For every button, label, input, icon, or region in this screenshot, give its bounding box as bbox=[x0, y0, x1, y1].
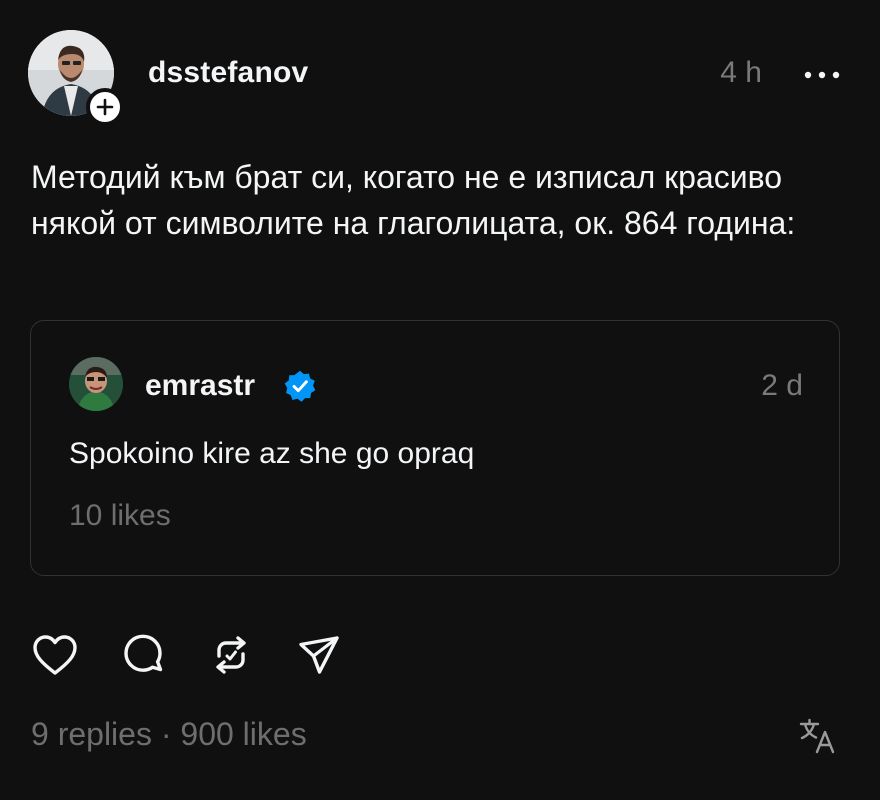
post-timestamp: 4 h bbox=[720, 56, 762, 89]
like-button[interactable] bbox=[30, 630, 80, 680]
verified-badge-icon bbox=[284, 370, 316, 402]
stats-separator: · bbox=[160, 716, 172, 752]
repost-button[interactable] bbox=[206, 630, 256, 680]
quoted-author-username[interactable]: emrastr bbox=[145, 369, 255, 403]
send-icon bbox=[299, 636, 339, 674]
likes-count[interactable]: 900 likes bbox=[180, 716, 306, 752]
quoted-author-avatar[interactable] bbox=[69, 357, 123, 411]
post-stats: 9 replies · 900 likes bbox=[31, 716, 307, 753]
thread-post: dsstefanov 4 h Методий към брат си, кога… bbox=[0, 0, 880, 800]
more-dots-icon bbox=[804, 71, 840, 79]
quoted-post-card[interactable]: emrastr 2 d Spokoino kire az she go opra… bbox=[30, 320, 840, 576]
comment-bubble-icon bbox=[124, 634, 163, 672]
repost-icon bbox=[216, 636, 246, 674]
quoted-post-text: Spokoino kire az she go opraq bbox=[69, 437, 475, 470]
translate-icon bbox=[799, 718, 835, 754]
follow-button[interactable] bbox=[86, 88, 124, 126]
heart-icon bbox=[33, 635, 77, 675]
quoted-author-avatar-image bbox=[69, 357, 123, 411]
quoted-post-timestamp: 2 d bbox=[761, 369, 803, 402]
share-button[interactable] bbox=[294, 630, 344, 680]
quoted-post-likes[interactable]: 10 likes bbox=[69, 499, 171, 533]
translate-button[interactable] bbox=[798, 716, 838, 756]
author-avatar-container[interactable] bbox=[28, 30, 124, 126]
replies-count[interactable]: 9 replies bbox=[31, 716, 152, 752]
reply-button[interactable] bbox=[118, 630, 168, 680]
plus-icon bbox=[96, 98, 114, 116]
post-body-text: Методий към брат си, когато не е изписал… bbox=[31, 159, 796, 241]
author-username[interactable]: dsstefanov bbox=[148, 56, 308, 90]
more-options-button[interactable] bbox=[802, 60, 842, 90]
